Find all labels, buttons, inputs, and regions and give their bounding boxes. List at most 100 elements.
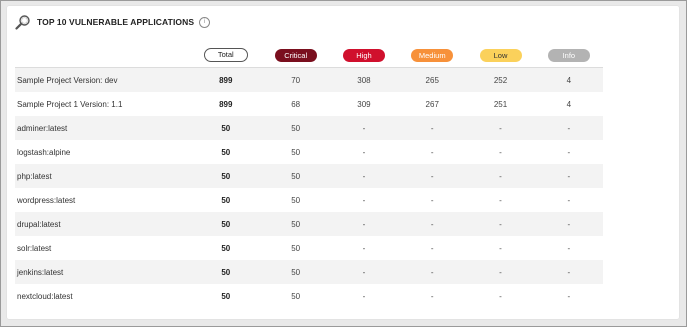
cell-total: 50 [221,267,231,277]
table-header-row: Total Critical High Medium Low Info [15,43,603,68]
cell-name[interactable]: adminer:latest [15,116,190,140]
cell-name[interactable]: drupal:latest [15,212,190,236]
cell-total: 50 [221,219,231,229]
low-pill: Low [479,48,522,62]
table-row[interactable]: php:latest 50 50 - - - - [15,164,603,188]
table-row[interactable]: jenkins:latest 50 50 - - - - [15,260,603,284]
cell-critical: 50 [291,195,301,205]
cell-low: - [499,195,502,205]
column-header-high[interactable]: High [330,43,398,68]
cell-info: 4 [566,75,572,85]
high-pill: High [342,48,385,62]
cell-name[interactable]: nextcloud:latest [15,284,190,308]
cell-high: - [362,291,366,301]
cell-low: - [499,147,502,157]
cell-medium: - [430,291,434,301]
cell-high: - [362,219,366,229]
cell-low: - [499,291,502,301]
cell-low: - [499,219,502,229]
vulnerable-apps-table: Total Critical High Medium Low Info Samp… [15,43,603,308]
cell-medium: - [430,219,434,229]
cell-name[interactable]: php:latest [15,164,190,188]
cell-critical: 70 [291,75,301,85]
cell-high: - [362,267,366,277]
cell-total: 50 [221,243,231,253]
column-header-critical[interactable]: Critical [262,43,330,68]
cell-medium: - [430,147,434,157]
info-icon[interactable]: i [199,16,211,28]
cell-info: - [567,243,571,253]
cell-medium: - [430,195,434,205]
cell-medium: - [430,243,434,253]
cell-high: - [362,123,366,133]
table-row[interactable]: Sample Project 1 Version: 1.1 899 68 309 267… [15,92,603,116]
cell-low: - [499,243,502,253]
table-row[interactable]: solr:latest 50 50 - - - - [15,236,603,260]
cell-info: - [567,147,571,157]
cell-total: 50 [221,147,231,157]
cell-high: - [362,243,366,253]
table-row[interactable]: nextcloud:latest 50 50 - - - - [15,284,603,308]
medium-pill: Medium [411,48,454,62]
cell-high: 308 [357,75,371,85]
window-frame: TOP 10 VULNERABLE APPLICATIONS i Total C… [0,0,687,327]
cell-low: 252 [493,75,508,85]
table-row[interactable]: wordpress:latest 50 50 - - - - [15,188,603,212]
cell-name[interactable]: Sample Project 1 Version: 1.1 [15,92,190,116]
cell-medium: - [430,267,434,277]
name-column-header [15,43,190,68]
cell-low: - [499,267,502,277]
column-header-total[interactable]: Total [190,43,262,68]
cell-low: - [499,171,502,181]
cell-info: - [567,267,571,277]
cell-total: 50 [221,291,231,301]
cell-info: - [567,171,571,181]
cell-total: 899 [219,75,233,85]
cell-info: - [567,123,571,133]
cell-critical: 50 [291,267,301,277]
cell-total: 899 [219,99,233,109]
vulnerable-apps-widget: TOP 10 VULNERABLE APPLICATIONS i Total C… [7,6,679,319]
widget-header: TOP 10 VULNERABLE APPLICATIONS i [15,14,211,30]
table-row[interactable]: adminer:latest 50 50 - - - - [15,116,603,140]
widget-title: TOP 10 VULNERABLE APPLICATIONS [37,17,195,27]
cell-total: 50 [221,171,231,181]
cell-high: - [362,171,366,181]
cell-critical: 50 [291,123,301,133]
cell-critical: 50 [291,243,301,253]
cell-info: - [567,291,571,301]
cell-name[interactable]: solr:latest [15,236,190,260]
cell-medium: - [430,123,434,133]
cell-high: - [362,195,366,205]
total-pill: Total [203,48,248,62]
table-row[interactable]: Sample Project Version: dev 899 70 308 265 25… [15,67,603,93]
cell-high: 309 [357,99,371,109]
cell-name[interactable]: logstash:alpine [15,140,190,164]
table-row[interactable]: drupal:latest 50 50 - - - - [15,212,603,236]
cell-total: 50 [221,123,231,133]
cell-info: - [567,219,571,229]
column-header-info[interactable]: Info [535,43,603,68]
table-row[interactable]: logstash:alpine 50 50 - - - - [15,140,603,164]
cell-name[interactable]: wordpress:latest [15,188,190,212]
cell-critical: 50 [291,219,301,229]
cell-high: - [362,147,366,157]
cell-info: 4 [566,99,572,109]
cell-critical: 50 [291,171,301,181]
cell-low: 251 [493,99,508,109]
search-icon [15,14,31,30]
info-pill: Info [547,48,590,62]
cell-name[interactable]: Sample Project Version: dev [15,68,190,93]
critical-pill: Critical [274,48,317,62]
cell-critical: 50 [291,147,301,157]
cell-critical: 50 [291,291,301,301]
cell-low: - [499,123,502,133]
cell-critical: 68 [291,99,301,109]
column-header-medium[interactable]: Medium [398,43,466,68]
cell-name[interactable]: jenkins:latest [15,260,190,284]
cell-total: 50 [221,195,231,205]
table-body: Sample Project Version: dev 899 70 308 265 25… [15,67,603,308]
cell-medium: 267 [425,99,439,109]
cell-medium: - [430,171,434,181]
column-header-low[interactable]: Low [466,43,534,68]
